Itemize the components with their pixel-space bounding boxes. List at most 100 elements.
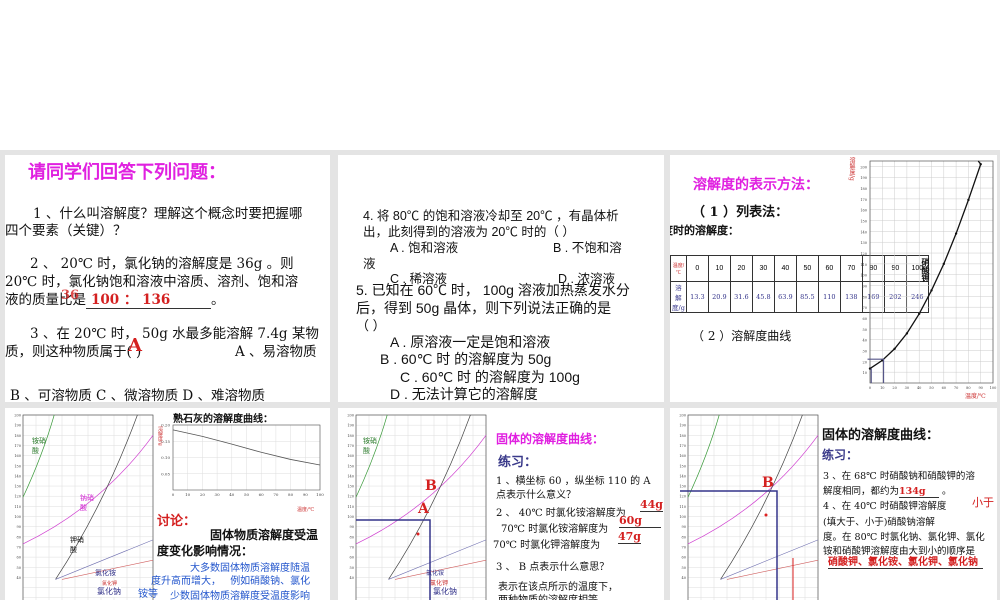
lime-y-label: 溶解度/g [157, 426, 163, 446]
exercise-3: 3 、在 68℃ 时硝酸钠和硝酸钾的溶 [823, 471, 975, 482]
point-b-guides [680, 490, 794, 600]
x-tick-label: 10 [185, 492, 191, 497]
y-tick-label: 130 [860, 241, 867, 245]
y-tick-label: 30 [863, 350, 867, 354]
y-tick-label: 0.10 [161, 455, 170, 460]
slide-title: 请同学们回答下列问题： [28, 162, 226, 183]
y-tick-label: 120 [860, 252, 867, 256]
discussion-text: 固体物质溶解度受温 [210, 528, 319, 542]
x-tick-label: 60 [942, 386, 946, 390]
exercise-heading: 练习： [822, 448, 859, 462]
exercise-2b: 70℃ 时氯化铵溶解度为 [501, 524, 609, 535]
question-2: 2 、 20℃ 时，氯化钠的溶解度是 36g 。则 [30, 256, 294, 272]
answer-4b: 硝酸钾、氯化铵、氯化钾、氯化钠 [828, 553, 983, 569]
y-tick-label: 170 [860, 198, 867, 202]
q4-option-b: B . 不饱和溶 [553, 241, 622, 255]
x-axis-label: 温度/℃ [965, 393, 986, 400]
point-a-guides [356, 519, 431, 600]
exercise-2c: 70℃ 时氯化钾溶解度为 [493, 540, 601, 551]
x-tick-label: 50 [244, 492, 250, 497]
answer-4: 小于 [972, 496, 994, 509]
y-tick-label: 60 [863, 317, 867, 321]
discussion-point-1-cont: 度升高而增大， 例如硝酸钠、氯化 [151, 572, 310, 587]
curve-label: 氯化钾 [430, 580, 449, 587]
curve-label-sodium-chloride: 氯化钠 [433, 587, 457, 597]
x-tick-label: 10 [880, 386, 884, 390]
x-tick-label: 20 [892, 386, 896, 390]
exercise-3-answer-cont: 两种物质的溶解度相等。 [498, 591, 608, 600]
q4-option-b-cont: 液 [363, 257, 376, 271]
x-tick-label: 40 [229, 492, 235, 497]
point-a-label: A [418, 501, 429, 517]
exercise-4-cont: (填大于、小于)硝酸钠溶解 [823, 517, 935, 528]
period: 。 [211, 292, 225, 308]
exercise-3-cont: 解度相同，都约为134g 。 [823, 486, 952, 498]
x-tick-label: 80 [966, 386, 970, 390]
x-tick-label: 100 [316, 492, 324, 497]
exercise-1-cont: 点表示什么意义？ [496, 490, 576, 501]
exercise-1: 1 、横坐标 60 ，纵坐标 110 的 A [496, 476, 651, 487]
q5-option-b: B . 60℃ 时 的溶解度为 50g [380, 351, 552, 367]
y-tick-label: 150 [860, 220, 867, 224]
point-b-label: B [762, 475, 774, 491]
y-tick-label: 40 [863, 339, 867, 343]
y-tick-label: 100 [860, 274, 867, 278]
option-a: A 、易溶物质 [235, 344, 317, 360]
y-tick-label: 50 [863, 328, 867, 332]
y-tick-label: 140 [860, 230, 867, 234]
question-3: 3 、在 20℃ 时， 50g 水最多能溶解 7.4g 某物 [30, 326, 319, 342]
y-tick-label: 110 [860, 263, 867, 267]
options-bcd: B 、可溶物质 C 、微溶物质 D 、难溶物质 [10, 388, 266, 402]
question-5-cont: 后，得到 50g 晶体，则下列说法正确的是 [356, 300, 612, 316]
x-tick-label: 90 [978, 386, 982, 390]
exercise-text: 解度相同，都约为 [823, 486, 900, 497]
slide-thumbnail-6[interactable]: 40 50 60 70 80 90 100 110 120 130 140 150 160 170 180 1… [670, 408, 997, 600]
point-b-label: B [425, 478, 437, 494]
x-tick-label: 20 [200, 492, 206, 497]
slide-thumbnail-2[interactable]: 4. 将 80℃ 的饱和溶液冷却至 20℃ ，有晶体析 出，此刻得到的溶液为 2… [338, 155, 664, 402]
x-tick-label: 90 [303, 492, 309, 497]
y-tick-label: 90 [863, 285, 867, 289]
slide-thumbnail-3[interactable]: 溶解度的表示方法： （ 1 ）列表法： 硝酸钾在不同温度时的溶解度： 温度/℃0… [670, 155, 997, 402]
answer-a: A [128, 335, 142, 356]
exercise-2: 2 、 40℃ 时氯化铵溶解度为 [496, 508, 626, 519]
x-tick-label: 30 [905, 386, 909, 390]
y-tick-label: 190 [860, 176, 867, 180]
x-tick-label: 60 [259, 492, 265, 497]
question-2-line3: 液的质量比是 100 ： 136。 [5, 288, 225, 309]
q5-option-d: D . 无法计算它的溶解度 [390, 386, 538, 402]
answer-2a: 44g [640, 498, 663, 512]
y-tick-label: 80 [863, 295, 867, 299]
answer-3: 134g [899, 486, 940, 498]
curve-label: 铵硝酸 [363, 437, 377, 455]
discussion-point-2: 少数固体物质溶解度受温度影响 [170, 591, 310, 600]
curve-label: 氯化铵 [426, 570, 445, 577]
answer-2b: 60g [619, 514, 661, 528]
slide-thumbnail-4[interactable]: 40 50 60 70 80 90 100 110 120 130 140 150 160 170 180 1… [5, 408, 330, 600]
slide-title: 固体的溶解度曲线： [822, 428, 940, 443]
exercise-heading: 练习： [498, 455, 538, 470]
x-tick-label: 70 [954, 386, 958, 390]
discussion-example: 例如硝酸钠、氯化 [230, 576, 311, 587]
q4-option-a: A . 饱和溶液 [390, 241, 459, 255]
y-tick-label: 0.05 [161, 471, 170, 476]
discussion-point-1-end: 铵等 [138, 589, 158, 600]
exercise-4-cont2: 度。在 80℃ 时氯化钠、氯化钾、氯化 [823, 532, 985, 543]
y-tick-label: 160 [860, 209, 867, 213]
discussion-text: 度升高而增大， [151, 576, 221, 587]
slide-thumbnail-1[interactable]: 请同学们回答下列问题： 1 、什么叫溶解度？理解这个概念时要把握哪 四个要素（关… [5, 155, 330, 402]
answer-2c: 47g [618, 530, 641, 544]
curve-label: 硝酸钾 [921, 258, 931, 282]
slide-thumbnail-5[interactable]: 40 50 60 70 80 90 100 110 120 130 140 150 160 170 180 1… [338, 408, 664, 600]
question-1-cont: 四个要素（关键）？ [5, 223, 127, 239]
slide-title: 固体的溶解度曲线： [496, 432, 605, 446]
x-tick-label: 30 [215, 492, 221, 497]
y-tick-label: 70 [863, 306, 867, 310]
question-5-paren: （ ） [356, 318, 386, 333]
x-tick-label: 0 [869, 386, 871, 390]
question-2-cont: 20℃ 时，氯化钠饱和溶液中溶质、溶剂、饱和溶 [5, 274, 299, 290]
exercise-3: 3 、 B 点表示什么意思？ [496, 562, 610, 573]
lime-x-label: 温度/℃ [297, 507, 315, 513]
question-3-cont: 质，则这种物质属于( ) [5, 344, 142, 360]
answer-overlay: 36 [61, 288, 80, 303]
